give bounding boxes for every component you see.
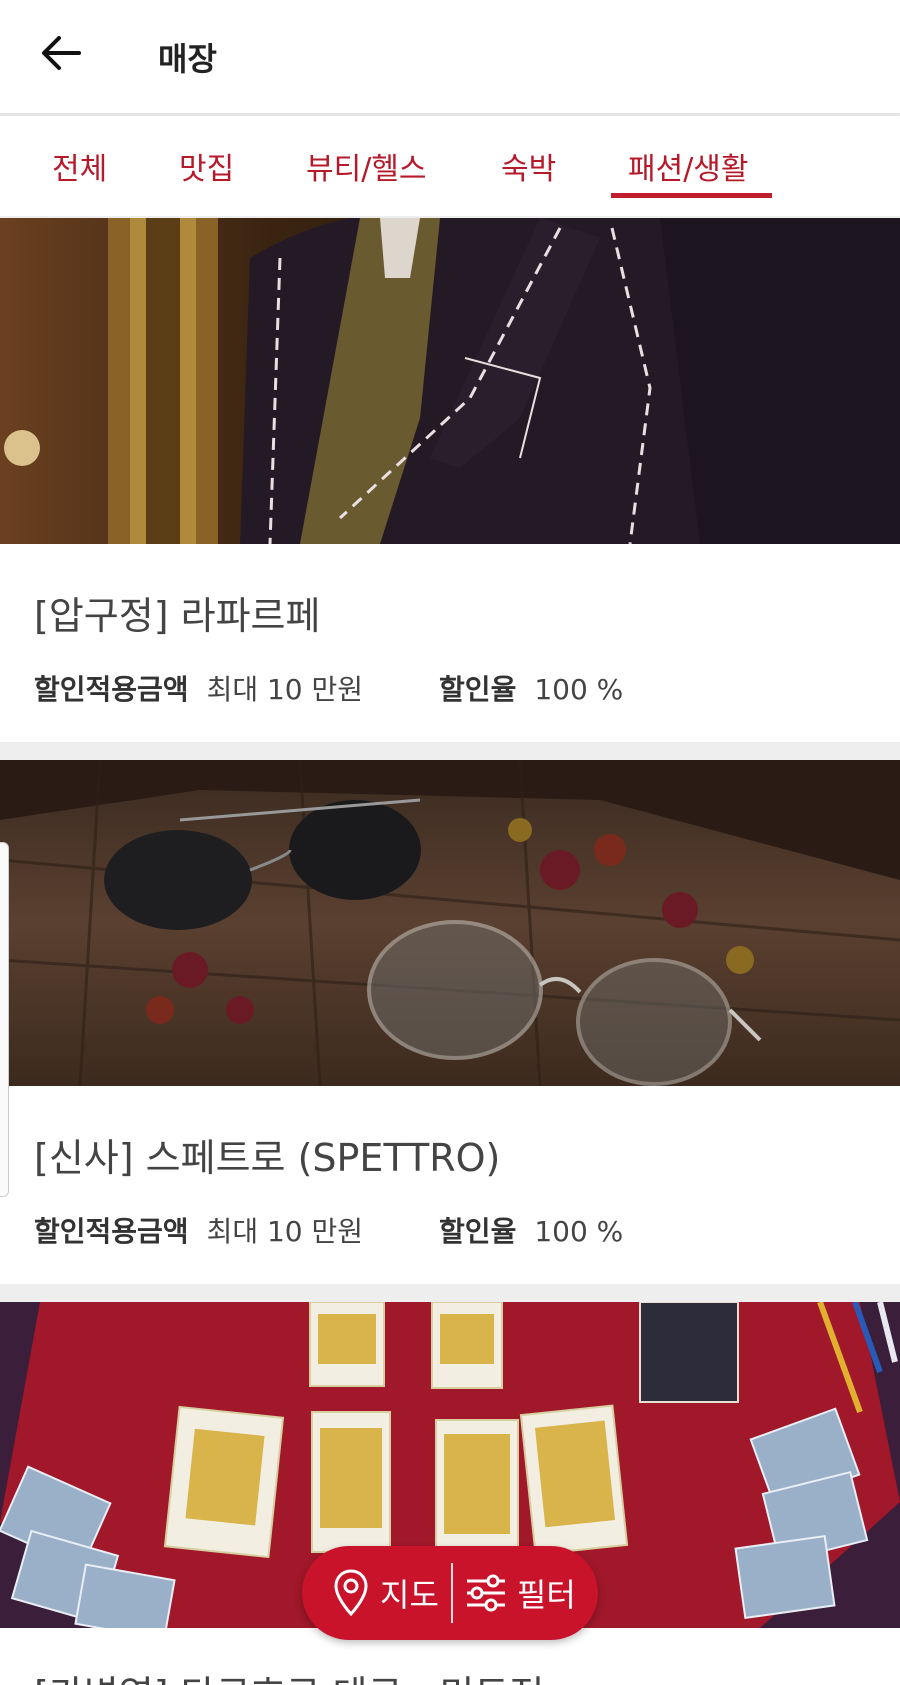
rate-label: 할인율 [439, 673, 517, 706]
side-drawer-handle[interactable] [0, 842, 9, 1197]
arrow-left-icon [42, 36, 81, 70]
amount-value: 최대 10 만원 [206, 673, 364, 706]
amount-label: 할인적용금액 [34, 673, 189, 706]
rate-value: 100 % [534, 673, 624, 706]
store-title: [가변영] 타로호로 테로 : 미도전 [34, 1664, 544, 1685]
map-button[interactable]: 지도 [302, 1546, 439, 1640]
active-tab-indicator [611, 193, 772, 198]
store-image [0, 218, 900, 544]
sliders-icon [466, 1574, 505, 1612]
store-title: [압구정] 라파르페 [34, 594, 321, 638]
map-label: 지도 [380, 1576, 439, 1614]
rate-label: 할인율 [439, 1215, 517, 1248]
discount-info: 할인적용금액 최대 10 만원 할인율 100 % [34, 1210, 623, 1250]
divider [450, 1563, 453, 1623]
app-header: 매장 [0, 0, 900, 114]
tab-lodging[interactable]: 숙박 [501, 144, 556, 188]
map-filter-bar: 지도 필터 [302, 1546, 598, 1640]
map-pin-icon [334, 1569, 368, 1617]
page-title: 매장 [158, 40, 217, 78]
rate-value: 100 % [534, 1215, 624, 1248]
filter-button[interactable]: 필터 [465, 1546, 576, 1640]
tab-beauty-health[interactable]: 뷰티/헬스 [306, 144, 427, 188]
tab-fashion-living[interactable]: 패션/생활 [628, 144, 749, 188]
store-card[interactable]: [압구정] 라파르페 할인적용금액 최대 10 만원 할인율 100 % [0, 218, 900, 742]
store-title: [신사] 스페트로 (SPETTRO) [34, 1136, 501, 1180]
filter-label: 필터 [516, 1576, 576, 1614]
amount-value: 최대 10 만원 [206, 1215, 364, 1248]
store-image [0, 760, 900, 1086]
amount-label: 할인적용금액 [34, 1215, 189, 1248]
tab-all[interactable]: 전체 [52, 144, 107, 188]
discount-info: 할인적용금액 최대 10 만원 할인율 100 % [34, 668, 623, 708]
tab-restaurants[interactable]: 맛집 [179, 144, 234, 188]
back-button[interactable] [38, 30, 84, 76]
store-card[interactable]: [신사] 스페트로 (SPETTRO) 할인적용금액 최대 10 만원 할인율 … [0, 760, 900, 1284]
category-tabs: 전체 맛집 뷰티/헬스 숙박 패션/생활 [0, 116, 900, 216]
